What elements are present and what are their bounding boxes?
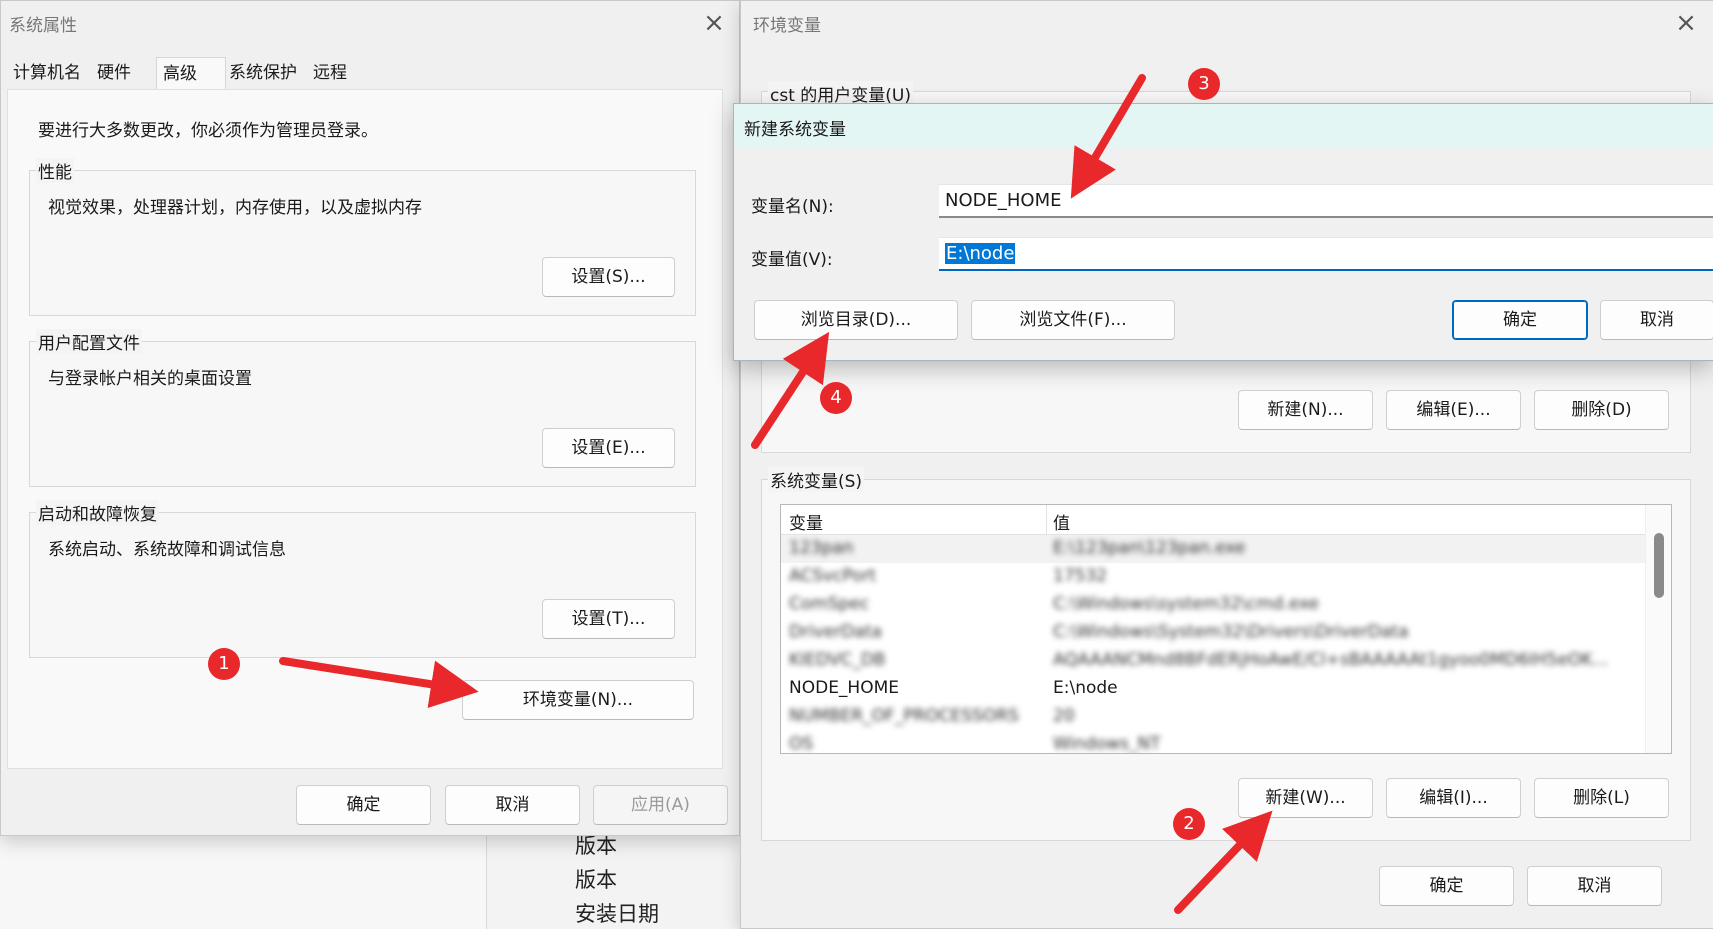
variable-value-cell: 20 xyxy=(1053,706,1075,726)
variable-value-cell: 17532 xyxy=(1053,566,1108,586)
nsv-titlebar: 新建系统变量 xyxy=(734,104,1713,148)
variable-name-cell: OS xyxy=(789,734,814,754)
background-label: 版本 xyxy=(575,868,617,892)
annotation-marker-2: 2 xyxy=(1173,808,1205,840)
table-row[interactable]: OS Windows_NT xyxy=(781,731,1645,754)
column-header-value[interactable]: 值 xyxy=(1053,509,1070,534)
user-profiles-group: 与登录帐户相关的桌面设置 设置(E)... xyxy=(29,341,696,487)
new-system-variable-dialog: 新建系统变量 变量名(N): NODE_HOME 变量值(V): E:\node… xyxy=(733,103,1713,361)
startup-recovery-desc: 系统启动、系统故障和调试信息 xyxy=(48,540,286,560)
close-icon[interactable]: × xyxy=(699,9,729,39)
dialog-title: 系统属性 xyxy=(9,16,77,36)
env-titlebar: 环境变量 × xyxy=(741,1,1713,45)
system-edit-button[interactable]: 编辑(I)... xyxy=(1386,778,1521,818)
tab-remote[interactable]: 远程 xyxy=(307,57,353,89)
annotation-marker-4: 4 xyxy=(820,382,852,414)
variable-name-input[interactable]: NODE_HOME xyxy=(939,184,1713,218)
list-scrollbar[interactable] xyxy=(1645,505,1671,753)
table-row[interactable]: ComSpec C:\Windows\system32\cmd.exe xyxy=(781,591,1645,619)
variable-name-cell: NUMBER_OF_PROCESSORS xyxy=(789,706,1019,726)
user-profiles-label: 用户配置文件 xyxy=(36,329,142,354)
dialog-title: 新建系统变量 xyxy=(744,120,846,140)
browse-file-button[interactable]: 浏览文件(F)... xyxy=(971,300,1175,340)
variable-name-cell: ACSvcPort xyxy=(789,566,877,586)
table-row[interactable]: KIEDVC_DB AQAAANCMnd8BFdERjHoAwE/Cl+sBAAA… xyxy=(781,647,1645,675)
user-new-button[interactable]: 新建(N)... xyxy=(1238,390,1373,430)
system-properties-titlebar: 系统属性 × xyxy=(1,1,739,45)
column-divider[interactable] xyxy=(1046,505,1047,535)
system-variables-label: 系统变量(S) xyxy=(768,467,865,492)
performance-settings-button[interactable]: 设置(S)... xyxy=(542,257,675,297)
variable-name-cell: NODE_HOME xyxy=(789,678,900,698)
user-edit-button[interactable]: 编辑(E)... xyxy=(1386,390,1521,430)
variable-value-cell: C:\Windows\system32\cmd.exe xyxy=(1053,594,1320,614)
variable-name-cell: 123pan xyxy=(789,538,854,558)
startup-recovery-group: 系统启动、系统故障和调试信息 设置(T)... xyxy=(29,512,696,658)
column-header-name[interactable]: 变量 xyxy=(789,509,823,534)
close-icon[interactable]: × xyxy=(1671,9,1701,39)
table-row[interactable]: DriverData C:\Windows\System32\Drivers\Dr… xyxy=(781,619,1645,647)
ok-button[interactable]: 确定 xyxy=(1452,300,1588,340)
user-profiles-desc: 与登录帐户相关的桌面设置 xyxy=(48,369,252,389)
user-profiles-settings-button[interactable]: 设置(E)... xyxy=(542,428,675,468)
table-row[interactable]: 123pan E:\123pan\123pan.exe xyxy=(781,535,1645,563)
performance-group: 视觉效果，处理器计划，内存使用，以及虚拟内存 设置(S)... xyxy=(29,170,696,316)
cancel-button[interactable]: 取消 xyxy=(1600,300,1713,340)
system-new-button[interactable]: 新建(W)... xyxy=(1238,778,1373,818)
user-delete-button[interactable]: 删除(D) xyxy=(1534,390,1669,430)
variable-name-value: NODE_HOME xyxy=(945,190,1062,211)
variable-value-cell: C:\Windows\System32\Drivers\DriverData xyxy=(1053,622,1409,642)
system-variables-list[interactable]: 变量 值 123pan E:\123pan\123pan.exe ACSvcPort… xyxy=(780,504,1672,754)
variable-name-cell: DriverData xyxy=(789,622,882,642)
advanced-tab-pane: 要进行大多数更改，你必须作为管理员登录。 视觉效果，处理器计划，内存使用，以及虚… xyxy=(7,89,723,769)
table-row[interactable]: ACSvcPort 17532 xyxy=(781,563,1645,591)
variable-value-label: 变量值(V): xyxy=(751,250,833,270)
ok-button[interactable]: 确定 xyxy=(296,785,431,825)
variable-value-selection: E:\node xyxy=(945,243,1016,264)
startup-recovery-settings-button[interactable]: 设置(T)... xyxy=(542,599,675,639)
tab-computer-name[interactable]: 计算机名 xyxy=(7,57,87,89)
cancel-button[interactable]: 取消 xyxy=(1527,866,1662,906)
tab-hardware[interactable]: 硬件 xyxy=(91,57,137,89)
table-row[interactable]: NODE_HOME E:\node xyxy=(781,675,1645,703)
variable-name-cell: ComSpec xyxy=(789,594,870,614)
annotation-marker-3: 3 xyxy=(1188,68,1220,100)
apply-button[interactable]: 应用(A) xyxy=(593,785,728,825)
variable-value-input[interactable]: E:\node xyxy=(939,237,1713,271)
table-row[interactable]: NUMBER_OF_PROCESSORS 20 xyxy=(781,703,1645,731)
background-label: 安装日期 xyxy=(575,902,659,926)
startup-recovery-label: 启动和故障恢复 xyxy=(36,500,159,525)
tab-system-protection[interactable]: 系统保护 xyxy=(223,57,303,89)
variable-value-cell: E:\node xyxy=(1053,678,1118,698)
annotation-marker-1: 1 xyxy=(208,648,240,680)
variable-name-cell: KIEDVC_DB xyxy=(789,650,886,670)
system-properties-dialog: 系统属性 × 计算机名 硬件 高级 系统保护 远程 要进行大多数更改，你必须作为… xyxy=(0,0,740,836)
performance-desc: 视觉效果，处理器计划，内存使用，以及虚拟内存 xyxy=(48,198,422,218)
variable-value-cell: E:\123pan\123pan.exe xyxy=(1053,538,1246,558)
variable-value-cell: Windows_NT xyxy=(1053,734,1161,754)
system-delete-button[interactable]: 删除(L) xyxy=(1534,778,1669,818)
tab-advanced[interactable]: 高级 xyxy=(156,57,226,89)
dialog-title: 环境变量 xyxy=(753,16,821,36)
performance-label: 性能 xyxy=(36,158,74,183)
ok-button[interactable]: 确定 xyxy=(1379,866,1514,906)
background-about-panel: 版本 版本 安装日期 xyxy=(486,820,740,929)
variable-value-cell: AQAAANCMnd8BFdERjHoAwE/Cl+sBAAAAAt1gyoo0… xyxy=(1053,650,1609,670)
list-header: 变量 值 xyxy=(781,505,1645,535)
environment-variables-button[interactable]: 环境变量(N)... xyxy=(462,680,694,720)
scrollbar-thumb[interactable] xyxy=(1654,533,1664,598)
admin-note: 要进行大多数更改，你必须作为管理员登录。 xyxy=(38,121,378,141)
browse-directory-button[interactable]: 浏览目录(D)... xyxy=(754,300,958,340)
cancel-button[interactable]: 取消 xyxy=(445,785,580,825)
variable-name-label: 变量名(N): xyxy=(751,197,834,217)
